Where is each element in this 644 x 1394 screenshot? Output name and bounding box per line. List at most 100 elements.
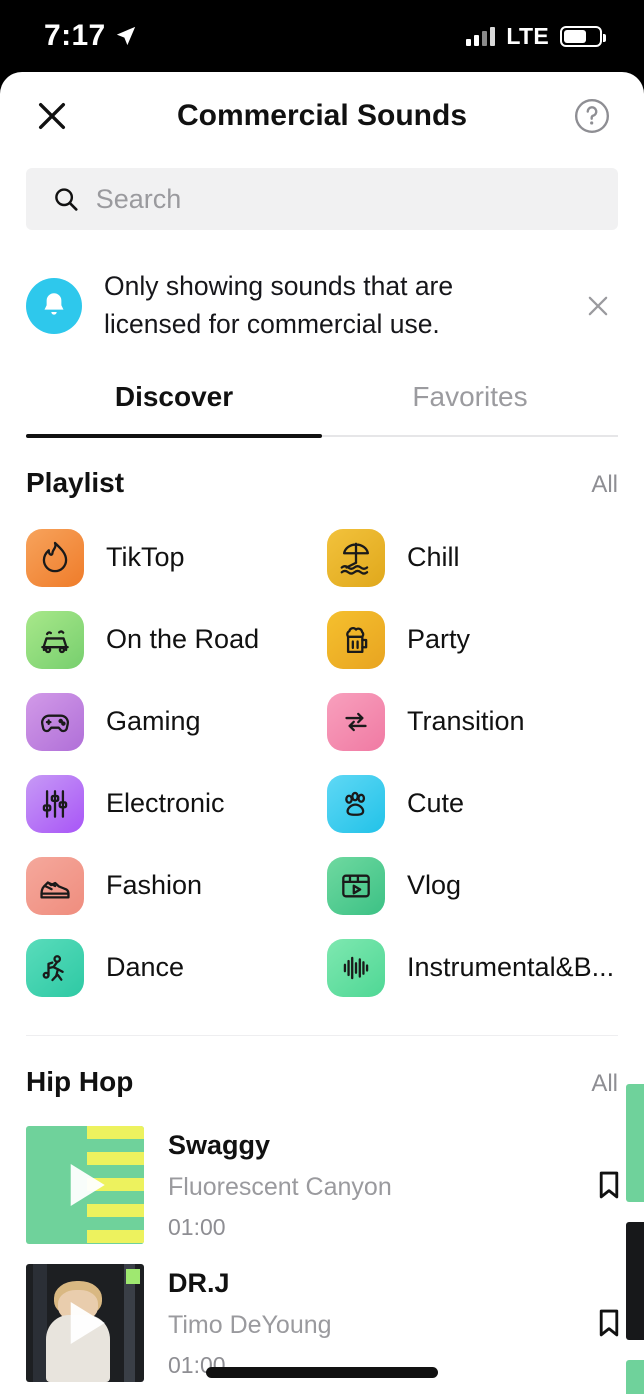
tab-favorites[interactable]: Favorites [322,381,618,435]
swap-arrows-icon [327,692,385,751]
car-icon [26,610,84,669]
commercial-sounds-sheet: Commercial Sounds Search Only showing so… [0,72,644,1394]
beer-mug-icon [327,610,385,669]
playlist-item[interactable]: TikTop [26,517,317,599]
playlist-item-label: TikTop [106,542,185,573]
status-time: 7:17 [44,19,106,52]
track-cover[interactable] [26,1126,144,1245]
next-column-track-cover[interactable] [626,1360,644,1394]
close-x-icon [588,296,608,315]
status-bar: 7:17 LTE [0,0,644,72]
paw-icon-glyph [345,791,366,816]
next-column-track-cover[interactable] [626,1222,644,1340]
playlist-item[interactable]: Transition [327,681,618,763]
flame-icon [26,528,84,587]
playlist-item[interactable]: Vlog [327,845,618,927]
waveform-icon [327,938,385,997]
network-label: LTE [506,22,549,49]
playlist-item-label: Party [407,624,471,655]
playlist-item-label: Cute [407,788,465,819]
car-icon-glyph [41,630,69,653]
search-icon [55,188,78,211]
waveform-icon-glyph [343,956,369,980]
track-list: Swaggy Fluorescent Canyon 01:00 DR.J Timo De… [0,1116,644,1394]
playlist-item[interactable]: Electronic [26,763,317,845]
playlist-item-label: Gaming [106,706,201,737]
search-bar[interactable] [26,168,618,230]
tab-discover[interactable]: Discover [26,381,322,435]
playlist-item[interactable]: Fashion [26,845,317,927]
video-player-icon-glyph [342,874,370,898]
beach-umbrella-icon-glyph [340,542,370,575]
signal-bars-icon [466,26,496,46]
playlist-item[interactable]: Chill [327,517,618,599]
gamepad-icon [26,692,84,751]
search-input[interactable] [95,183,618,215]
playlist-item-label: Dance [106,952,185,983]
hiphop-see-all-link[interactable]: All [591,1070,618,1098]
track-duration: 01:00 [168,1213,226,1240]
sneaker-icon [26,856,84,915]
playlist-item[interactable]: Cute [327,763,618,845]
track-info: DR.J Timo DeYoung 01:00 [168,1268,550,1379]
playlist-section-header: Playlist All [0,437,644,517]
notice-dismiss-button[interactable] [578,286,618,326]
video-player-icon [327,856,385,915]
track-artist: Fluorescent Canyon [168,1172,392,1201]
question-circle-icon [574,98,610,134]
help-button[interactable] [570,94,614,138]
dancer-icon-glyph [42,954,64,981]
playlist-see-all-link[interactable]: All [591,471,618,499]
dancer-icon [26,938,84,997]
track-artist: Timo DeYoung [168,1310,332,1339]
playlist-item[interactable]: Gaming [26,681,317,763]
track-cover[interactable] [26,1264,144,1383]
bell-glyph-icon [44,292,64,315]
paw-icon [327,774,385,833]
playlist-item[interactable]: On the Road [26,599,317,681]
bell-icon [26,277,82,334]
playlist-item[interactable]: Party [327,599,618,681]
hiphop-section-header: Hip Hop All [0,1036,644,1116]
sheet-header: Commercial Sounds [0,72,644,160]
flame-icon-glyph [42,541,68,572]
beer-mug-icon-glyph [346,626,368,653]
playlist-item-label: Chill [407,542,460,573]
playlist-item[interactable]: Instrumental&B... [327,927,618,1009]
phone-screen: 7:17 LTE Commercial Sounds Search Only s… [0,0,644,1394]
playlist-section-title: Playlist [26,466,125,498]
track-row[interactable]: Swaggy Fluorescent Canyon 01:00 [26,1116,644,1254]
play-icon [70,1164,105,1207]
playlist-item-label: Fashion [106,870,203,901]
next-column-track-cover[interactable] [626,1084,644,1202]
close-button[interactable] [30,94,74,138]
sliders-icon-glyph [42,789,68,818]
battery-icon [560,25,606,47]
bookmark-icon [599,1171,619,1199]
tab-bar: Discover Favorites [26,381,618,435]
play-icon [70,1302,105,1345]
playlist-item-label: Instrumental&B... [407,952,615,983]
playlist-item-label: Vlog [407,870,462,901]
beach-umbrella-icon [327,528,385,587]
tab-underline [26,434,618,438]
hiphop-section-title: Hip Hop [26,1066,134,1098]
playlist-item[interactable]: Dance [26,927,317,1009]
page-title: Commercial Sounds [176,99,468,132]
bookmark-icon [599,1309,619,1337]
track-title: DR.J [168,1267,230,1298]
playlist-item-label: On the Road [106,624,260,655]
track-title: Swaggy [168,1129,271,1160]
sliders-icon [26,774,84,833]
notice-text: Only showing sounds that are licensed fo… [104,271,454,339]
playlist-item-label: Transition [407,706,525,737]
gamepad-icon-glyph [41,714,69,732]
playlist-item-label: Electronic [106,788,225,819]
location-arrow-icon [116,26,135,46]
home-indicator [206,1367,438,1378]
swap-arrows-icon-glyph [345,712,367,731]
close-x-icon [38,102,66,130]
status-bar-right: LTE [466,22,606,50]
commercial-license-notice: Only showing sounds that are licensed fo… [0,230,644,365]
track-info: Swaggy Fluorescent Canyon 01:00 [168,1130,550,1241]
